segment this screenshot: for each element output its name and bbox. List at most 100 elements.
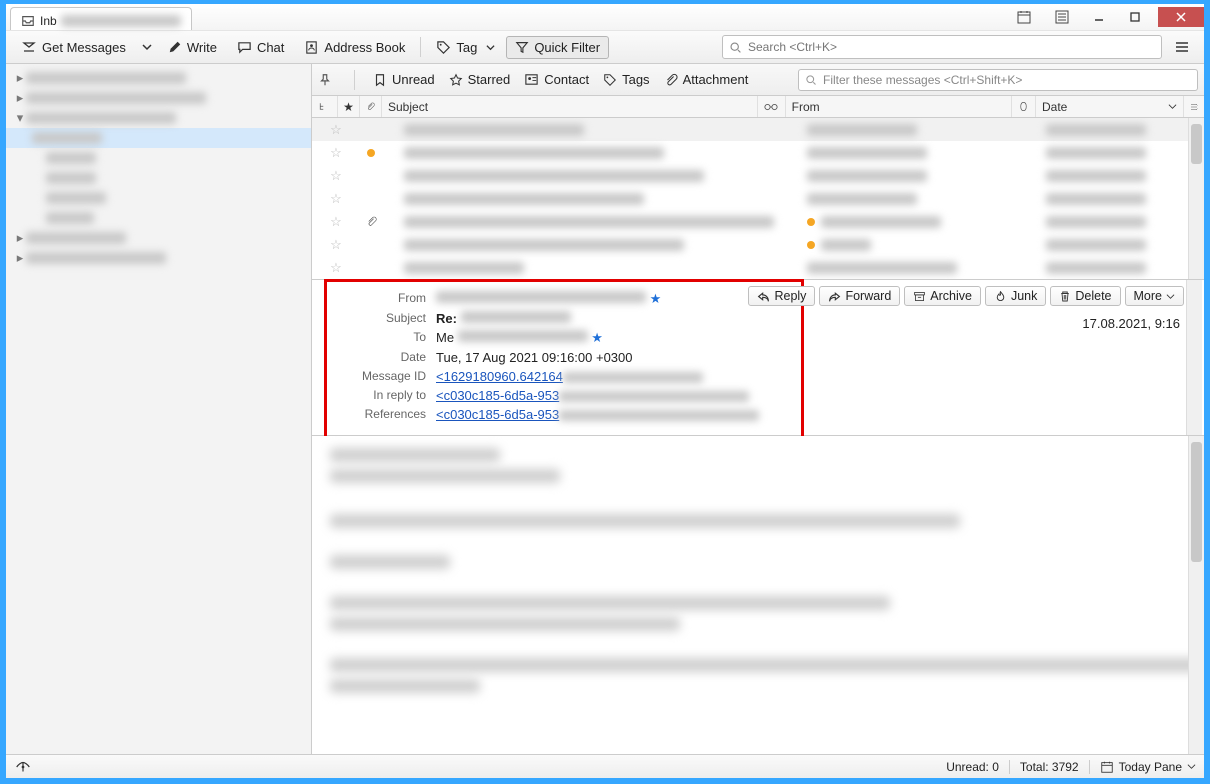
hdr-to-label: To xyxy=(314,329,430,347)
message-row[interactable]: ☆ xyxy=(312,210,1204,233)
folder-item[interactable] xyxy=(6,148,311,168)
col-read[interactable] xyxy=(758,96,786,117)
address-book-label: Address Book xyxy=(324,40,405,55)
bookmark-icon xyxy=(373,73,387,87)
filter-icon xyxy=(515,40,529,54)
account-item[interactable]: ▸ xyxy=(6,228,311,248)
separator xyxy=(1089,760,1090,774)
get-messages-button[interactable]: Get Messages xyxy=(12,35,135,59)
online-icon[interactable] xyxy=(14,760,32,774)
app-menu-button[interactable] xyxy=(1174,39,1190,55)
to-me: Me xyxy=(436,330,458,345)
delete-button[interactable]: Delete xyxy=(1050,286,1120,306)
close-button[interactable] xyxy=(1158,7,1204,27)
filter-contact[interactable]: Contact xyxy=(524,72,589,87)
col-star[interactable]: ★ xyxy=(338,96,360,117)
quick-filter-label: Quick Filter xyxy=(534,40,600,55)
scrollbar[interactable] xyxy=(1188,436,1204,754)
message-row[interactable]: ☆ xyxy=(312,233,1204,256)
calendar-icon xyxy=(1100,760,1114,774)
hdr-inreplyto-label: In reply to xyxy=(314,387,430,404)
msgid-prefix: <1629180960.642164 xyxy=(436,369,563,384)
filter-attachment[interactable]: Attachment xyxy=(664,72,749,87)
subject-prefix: Re: xyxy=(436,311,461,326)
col-date[interactable]: Date xyxy=(1036,96,1184,117)
col-attachment[interactable] xyxy=(360,96,382,117)
account-item[interactable]: ▸ xyxy=(6,88,311,108)
folder-inbox[interactable] xyxy=(6,128,311,148)
fire-icon xyxy=(994,290,1007,303)
calendar-icon[interactable] xyxy=(1010,6,1038,28)
account-item[interactable]: ▾ xyxy=(6,108,311,128)
message-row[interactable]: ☆ xyxy=(312,118,1204,141)
message-row[interactable]: ☆ xyxy=(312,141,1204,164)
chevron-down-icon xyxy=(1166,292,1175,301)
pencil-icon xyxy=(168,40,182,54)
delete-label: Delete xyxy=(1075,289,1111,303)
write-button[interactable]: Write xyxy=(159,36,226,59)
quick-filter-button[interactable]: Quick Filter xyxy=(506,36,609,59)
message-row[interactable]: ☆ xyxy=(312,164,1204,187)
tag-button[interactable]: Tag xyxy=(427,36,504,59)
more-button[interactable]: More xyxy=(1125,286,1184,306)
get-messages-dropdown[interactable] xyxy=(137,38,157,56)
filter-starred[interactable]: Starred xyxy=(449,72,511,87)
col-date-label: Date xyxy=(1042,100,1067,114)
col-from[interactable]: From xyxy=(786,96,1012,117)
star-icon[interactable]: ★ xyxy=(650,291,662,306)
hamburger-icon xyxy=(1174,39,1190,55)
scrollbar[interactable] xyxy=(1188,118,1204,279)
get-messages-label: Get Messages xyxy=(42,40,126,55)
filter-tags[interactable]: Tags xyxy=(603,72,649,87)
hdr-inreplyto-link[interactable]: <c030c185-6d5a-953 xyxy=(436,388,749,403)
chat-icon xyxy=(237,40,252,55)
message-body[interactable] xyxy=(312,436,1204,754)
minimize-button[interactable] xyxy=(1086,7,1112,27)
col-subject[interactable]: Subject xyxy=(382,96,758,117)
main-toolbar: Get Messages Write Chat Address Book Tag… xyxy=(6,30,1204,64)
references-prefix: <c030c185-6d5a-953 xyxy=(436,407,559,422)
search-icon xyxy=(805,74,817,86)
status-total: Total: 3792 xyxy=(1020,760,1079,774)
address-book-button[interactable]: Address Book xyxy=(295,36,414,59)
message-row[interactable]: ☆ xyxy=(312,187,1204,210)
message-row[interactable]: ☆ xyxy=(312,256,1204,279)
hdr-messageid-link[interactable]: <1629180960.642164 xyxy=(436,369,703,384)
search-input[interactable]: Search <Ctrl+K> xyxy=(722,35,1162,59)
hdr-date-label: Date xyxy=(314,349,430,366)
hdr-references-link[interactable]: <c030c185-6d5a-953 xyxy=(436,407,759,422)
message-list-header: ★ Subject From Date xyxy=(312,96,1204,118)
star-icon[interactable]: ★ xyxy=(591,330,603,345)
col-junk[interactable] xyxy=(1012,96,1036,117)
archive-button[interactable]: Archive xyxy=(904,286,981,306)
message-list[interactable]: ☆ ☆ ☆ ☆ xyxy=(312,118,1204,280)
tab-title: Inb xyxy=(40,14,57,28)
col-thread[interactable] xyxy=(312,96,338,117)
maximize-button[interactable] xyxy=(1122,7,1148,27)
junk-button[interactable]: Junk xyxy=(985,286,1046,306)
pin-icon[interactable] xyxy=(318,73,332,87)
folder-item[interactable] xyxy=(6,208,311,228)
folder-pane: ▸ ▸ ▾ ▸ ▸ xyxy=(6,64,312,754)
archive-label: Archive xyxy=(930,289,972,303)
filter-messages-input[interactable]: Filter these messages <Ctrl+Shift+K> xyxy=(798,69,1198,91)
account-item[interactable]: ▸ xyxy=(6,248,311,268)
account-item[interactable]: ▸ xyxy=(6,68,311,88)
folder-item[interactable] xyxy=(6,168,311,188)
chat-label: Chat xyxy=(257,40,284,55)
reply-button[interactable]: Reply xyxy=(748,286,815,306)
tag-icon xyxy=(603,73,617,87)
filter-tags-label: Tags xyxy=(622,72,649,87)
filter-unread[interactable]: Unread xyxy=(373,72,435,87)
inbox-icon xyxy=(21,14,35,28)
scrollbar[interactable] xyxy=(1186,280,1202,435)
message-received-date: 17.08.2021, 9:16 xyxy=(1082,316,1180,331)
col-picker[interactable] xyxy=(1184,96,1204,117)
search-icon xyxy=(729,41,742,54)
forward-button[interactable]: Forward xyxy=(819,286,900,306)
chat-button[interactable]: Chat xyxy=(228,36,293,59)
download-icon xyxy=(21,39,37,55)
today-pane-button[interactable]: Today Pane xyxy=(1100,760,1196,774)
tasks-icon[interactable] xyxy=(1048,6,1076,28)
folder-item[interactable] xyxy=(6,188,311,208)
